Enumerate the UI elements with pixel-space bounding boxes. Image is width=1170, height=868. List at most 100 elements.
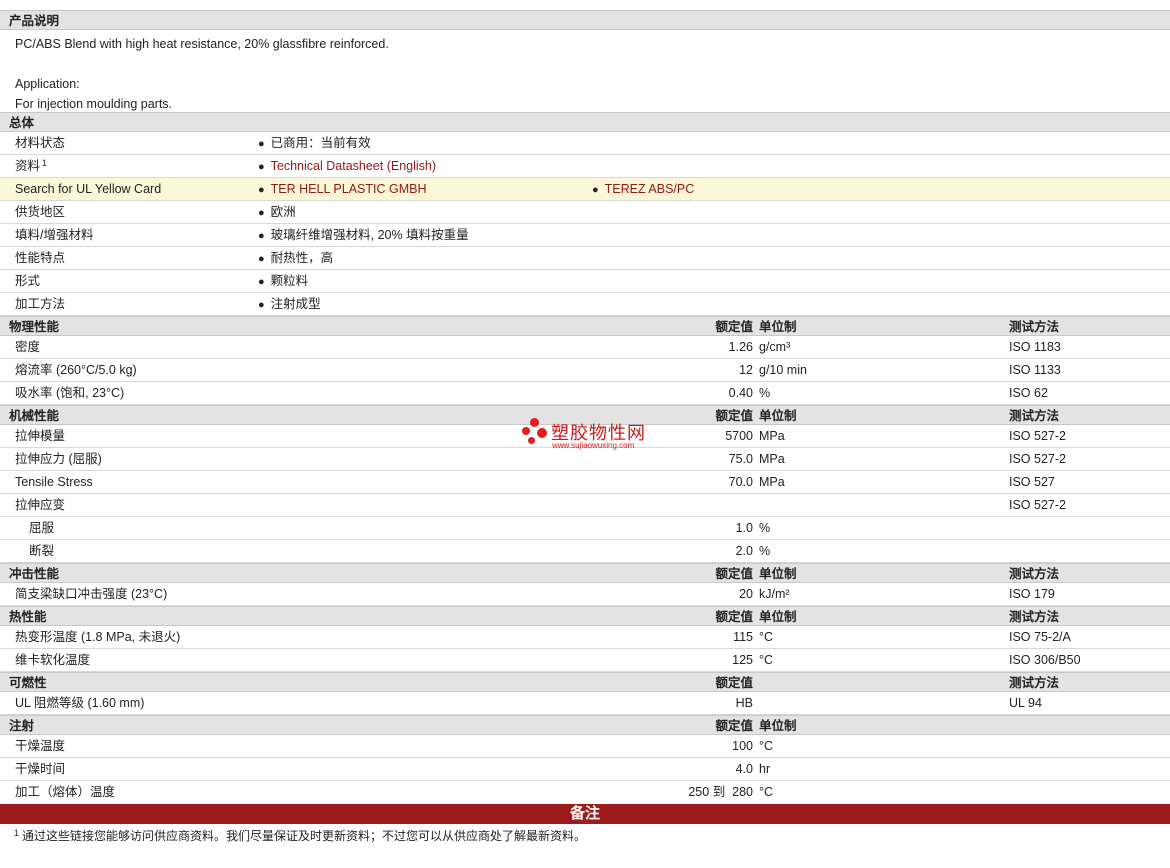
row-value: 2.0 [735, 544, 753, 558]
row-test-method: ISO 306/B50 [1009, 653, 1081, 667]
section-header-physical: 物理性能 额定值 单位制 测试方法 [0, 316, 1170, 336]
row-value: 125 [732, 653, 753, 667]
row-label: 熔流率 (260°C/5.0 kg) [15, 363, 137, 377]
row-test-method: ISO 75-2/A [1009, 630, 1071, 644]
row-test-method: ISO 527-2 [1009, 498, 1066, 512]
row-test-method: ISO 527 [1009, 475, 1055, 489]
row-label: 密度 [15, 340, 41, 354]
bullet-icon: ● [258, 138, 265, 150]
ul-company-link[interactable]: TER HELL PLASTIC GMBH [271, 182, 427, 196]
row-value: 4.0 [735, 762, 753, 776]
property-subrow: 屈服 1.0 % [0, 517, 1170, 540]
column-header-unit: 单位制 [759, 567, 797, 581]
row-label: UL 阻燃等级 (1.60 mm) [15, 696, 145, 710]
footnote-text: 通过这些链接您能够访问供应商资料。我们尽量保证及时更新资料；不过您可以从供应商处… [22, 829, 587, 843]
property-row: 吸水率 (饱和, 23°C) 0.40 % ISO 62 [0, 382, 1170, 405]
row-label: 供货地区 [15, 205, 66, 219]
row-unit: hr [759, 762, 771, 776]
property-row: 拉伸应变 ISO 527-2 [0, 494, 1170, 517]
watermark-logo: 塑胶物性网 www.sujiaowuxing.com [521, 418, 661, 452]
row-label: 拉伸应力 (屈服) [15, 452, 102, 466]
row-value: 颗粒料 [270, 274, 309, 288]
row-label: 形式 [15, 274, 41, 288]
column-header-unit: 单位制 [759, 719, 797, 733]
row-unit: % [759, 521, 771, 535]
row-value: 耐热性，高 [270, 251, 334, 265]
section-title: 机械性能 [9, 409, 60, 423]
row-label: 吸水率 (饱和, 23°C) [15, 386, 125, 400]
section-title: 冲击性能 [9, 567, 60, 581]
property-row: 加工（熔体）温度 250 到 280 °C [0, 781, 1170, 804]
row-label: 加工方法 [15, 297, 66, 311]
column-header-unit: 单位制 [759, 610, 797, 624]
row-label: 加工（熔体）温度 [15, 785, 116, 799]
row-value: 已商用：当前有效 [270, 136, 371, 150]
section-title: 备注 [569, 805, 600, 822]
row-unit: g/cm³ [759, 340, 791, 354]
row-test-method: ISO 1133 [1009, 363, 1061, 377]
row-test-method: UL 94 [1009, 696, 1042, 710]
logo-dot-icon [537, 428, 547, 438]
notes-text: 1 通过这些链接您能够访问供应商资料。我们尽量保证及时更新资料；不过您可以从供应商… [0, 824, 1170, 848]
logo-dot-icon [530, 418, 539, 427]
row-value: 注射成型 [270, 297, 321, 311]
row-value: 75.0 [728, 452, 753, 466]
row-value: 12 [739, 363, 753, 377]
property-row: 简支梁缺口冲击强度 (23°C) 20 kJ/m² ISO 179 [0, 583, 1170, 606]
row-value: 玻璃纤维增强材料, 20% 填料按重量 [270, 228, 469, 242]
bullet-icon: ● [258, 253, 265, 265]
section-title: 产品说明 [9, 14, 60, 28]
row-unit: kJ/m² [759, 587, 790, 601]
row-label: 维卡软化温度 [15, 653, 91, 667]
row-test-method: ISO 527-2 [1009, 452, 1066, 466]
general-row-processing: 加工方法 ● 注射成型 [0, 293, 1170, 316]
row-label: 断裂 [29, 544, 55, 558]
technical-datasheet-link[interactable]: Technical Datasheet (English) [271, 159, 436, 173]
description-line: Application: [15, 77, 80, 91]
bullet-icon: ● [258, 299, 265, 311]
general-row-ul-yellow-card: Search for UL Yellow Card ● TER HELL PLAS… [0, 178, 1170, 201]
bullet-icon: ● [258, 207, 265, 219]
ul-product-link[interactable]: TEREZ ABS/PC [605, 182, 695, 196]
general-row-status: 材料状态 ● 已商用：当前有效 [0, 132, 1170, 155]
row-label: 热变形温度 (1.8 MPa, 未退火) [15, 630, 181, 644]
row-value: 115 [733, 630, 753, 644]
bullet-icon: ● [592, 184, 599, 196]
row-value: 100 [732, 739, 753, 753]
notes-header: 备注 [0, 804, 1170, 824]
row-unit: g/10 min [759, 363, 807, 377]
general-row-availability: 供货地区 ● 欧洲 [0, 201, 1170, 224]
property-row: 干燥时间 4.0 hr [0, 758, 1170, 781]
logo-dot-icon [528, 437, 535, 444]
column-header-value: 额定值 [715, 409, 753, 423]
section-header-injection: 注射 额定值 单位制 [0, 715, 1170, 735]
column-header-unit: 单位制 [759, 320, 797, 334]
row-test-method: ISO 1183 [1009, 340, 1061, 354]
row-value: 1.0 [735, 521, 753, 535]
section-title: 物理性能 [9, 320, 60, 334]
column-header-value: 额定值 [715, 610, 753, 624]
row-unit: MPa [759, 475, 785, 489]
property-row: 热变形温度 (1.8 MPa, 未退火) 115 °C ISO 75-2/A [0, 626, 1170, 649]
general-row-form: 形式 ● 颗粒料 [0, 270, 1170, 293]
property-row: UL 阻燃等级 (1.60 mm) HB UL 94 [0, 692, 1170, 715]
row-label: 干燥温度 [15, 739, 66, 753]
column-header-value: 额定值 [715, 567, 753, 581]
row-label: 填料/增强材料 [15, 228, 94, 242]
row-label: 资料 [15, 159, 41, 173]
row-unit: °C [759, 653, 774, 667]
description-line: PC/ABS Blend with high heat resistance, … [15, 37, 389, 51]
section-header-flammability: 可燃性 额定值 测试方法 [0, 672, 1170, 692]
column-header-unit: 单位制 [759, 409, 797, 423]
row-label: 屈服 [29, 521, 55, 535]
section-title: 注射 [9, 719, 35, 733]
row-label: Search for UL Yellow Card [15, 182, 162, 196]
section-header-general: 总体 [0, 112, 1170, 132]
column-header-value: 额定值 [715, 719, 753, 733]
row-value: 70.0 [728, 475, 753, 489]
row-value: HB [735, 696, 753, 710]
row-unit: MPa [759, 452, 785, 466]
column-header-test: 测试方法 [1009, 320, 1060, 334]
row-label: 干燥时间 [15, 762, 66, 776]
property-row: 熔流率 (260°C/5.0 kg) 12 g/10 min ISO 1133 [0, 359, 1170, 382]
